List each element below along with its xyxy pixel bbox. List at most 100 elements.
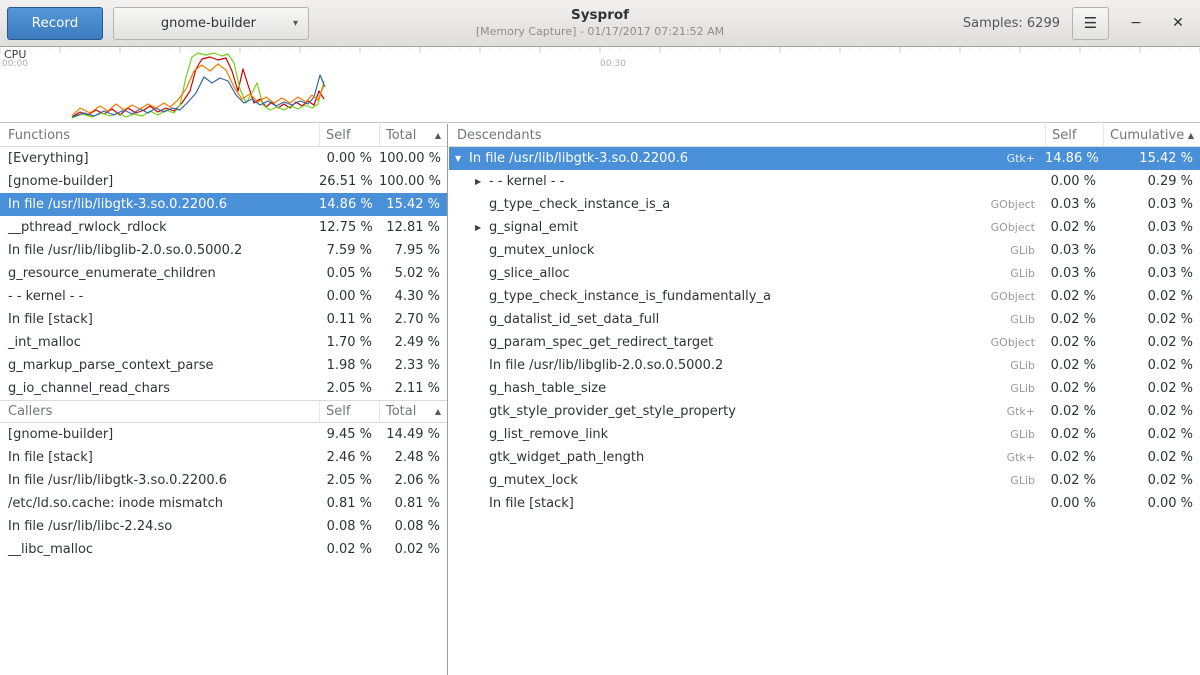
self-value: 26.51 % bbox=[319, 174, 379, 189]
table-row[interactable]: [Everything]0.00 %100.00 % bbox=[0, 147, 447, 170]
self-value: 0.03 % bbox=[1045, 243, 1103, 258]
total-value: 100.00 % bbox=[379, 151, 447, 166]
self-value: 0.00 % bbox=[1045, 174, 1103, 189]
tree-row[interactable]: g_list_remove_linkGLib0.02 %0.02 % bbox=[449, 423, 1200, 446]
functions-rows: [Everything]0.00 %100.00 %[gnome-builder… bbox=[0, 147, 447, 400]
self-value: 0.05 % bbox=[319, 266, 379, 281]
table-row[interactable]: g_resource_enumerate_children0.05 %5.02 … bbox=[0, 262, 447, 285]
tree-row[interactable]: g_mutex_unlockGLib0.03 %0.03 % bbox=[449, 239, 1200, 262]
functions-self-column-header[interactable]: Self bbox=[319, 124, 379, 146]
total-value: 2.11 % bbox=[379, 381, 447, 396]
cumulative-value: 0.02 % bbox=[1103, 427, 1200, 442]
close-button[interactable]: ✕ bbox=[1163, 7, 1193, 40]
right-pane: Descendants Self Cumulative ▲ ▼In file /… bbox=[449, 124, 1200, 675]
descendants-cumulative-column-label: Cumulative bbox=[1110, 128, 1184, 143]
function-name: g_datalist_id_set_data_full bbox=[489, 312, 659, 327]
table-row[interactable]: In file [stack]2.46 %2.48 % bbox=[0, 446, 447, 469]
tree-row[interactable]: In file [stack]0.00 %0.00 % bbox=[449, 492, 1200, 515]
descendant-name-cell: ▼In file /usr/lib/libgtk-3.so.0.2200.6Gt… bbox=[449, 151, 1045, 166]
cpu-usage-graph[interactable]: CPU 00:00 00:30 bbox=[0, 47, 1200, 123]
self-value: 0.03 % bbox=[1045, 266, 1103, 281]
functions-total-column-header[interactable]: Total ▲ bbox=[379, 124, 447, 146]
self-value: 0.02 % bbox=[1045, 312, 1103, 327]
table-row[interactable]: In file /usr/lib/libgtk-3.so.0.2200.62.0… bbox=[0, 469, 447, 492]
tree-row[interactable]: g_mutex_lockGLib0.02 %0.02 % bbox=[449, 469, 1200, 492]
total-value: 0.08 % bbox=[379, 519, 447, 534]
table-row[interactable]: In file /usr/lib/libglib-2.0.so.0.5000.2… bbox=[0, 239, 447, 262]
self-value: 2.05 % bbox=[319, 381, 379, 396]
minimize-button[interactable]: − bbox=[1121, 7, 1151, 40]
self-value: 0.00 % bbox=[1045, 496, 1103, 511]
library-badge: Gtk+ bbox=[997, 405, 1045, 418]
table-row[interactable]: /etc/ld.so.cache: inode mismatch0.81 %0.… bbox=[0, 492, 447, 515]
descendants-cumulative-column-header[interactable]: Cumulative ▲ bbox=[1103, 124, 1200, 146]
callers-self-column-header[interactable]: Self bbox=[319, 401, 379, 422]
table-row[interactable]: __pthread_rwlock_rdlock12.75 %12.81 % bbox=[0, 216, 447, 239]
expander-collapsed-icon[interactable]: ▶ bbox=[475, 177, 489, 186]
function-name: [Everything] bbox=[0, 151, 319, 166]
tree-row[interactable]: gtk_widget_path_lengthGtk+0.02 %0.02 % bbox=[449, 446, 1200, 469]
descendant-name-cell: In file [stack] bbox=[449, 496, 1045, 511]
total-value: 2.70 % bbox=[379, 312, 447, 327]
self-value: 0.08 % bbox=[319, 519, 379, 534]
self-value: 0.11 % bbox=[319, 312, 379, 327]
self-value: 0.02 % bbox=[1045, 220, 1103, 235]
tree-row[interactable]: ▶- - kernel - -0.00 %0.29 % bbox=[449, 170, 1200, 193]
menu-button[interactable]: ☰ bbox=[1072, 7, 1109, 40]
total-value: 2.06 % bbox=[379, 473, 447, 488]
tree-row[interactable]: gtk_style_provider_get_style_property Gtk… bbox=[449, 400, 1200, 423]
function-name: g_mutex_unlock bbox=[489, 243, 594, 258]
function-name: g_slice_alloc bbox=[489, 266, 570, 281]
cumulative-value: 0.02 % bbox=[1103, 381, 1200, 396]
descendants-column-header[interactable]: Descendants bbox=[449, 124, 1045, 146]
tree-row[interactable]: g_param_spec_get_redirect_targetGObject0… bbox=[449, 331, 1200, 354]
tree-row[interactable]: g_slice_allocGLib0.03 %0.03 % bbox=[449, 262, 1200, 285]
sort-indicator-icon: ▲ bbox=[1188, 131, 1194, 140]
function-name: __libc_malloc bbox=[0, 542, 319, 557]
function-name: In file [stack] bbox=[0, 450, 319, 465]
record-button[interactable]: Record bbox=[7, 7, 103, 40]
tree-row[interactable]: g_datalist_id_set_data_fullGLib0.02 %0.0… bbox=[449, 308, 1200, 331]
descendants-self-column-header[interactable]: Self bbox=[1045, 124, 1103, 146]
table-row[interactable]: In file /usr/lib/libc-2.24.so0.08 %0.08 … bbox=[0, 515, 447, 538]
tree-row[interactable]: g_type_check_instance_is_aGObject0.03 %0… bbox=[449, 193, 1200, 216]
total-value: 0.02 % bbox=[379, 542, 447, 557]
table-row[interactable]: g_markup_parse_context_parse1.98 %2.33 % bbox=[0, 354, 447, 377]
table-row[interactable]: g_io_channel_read_chars2.05 %2.11 % bbox=[0, 377, 447, 400]
table-row[interactable]: In file [stack]0.11 %2.70 % bbox=[0, 308, 447, 331]
left-pane: Functions Self Total ▲ [Everything]0.00 … bbox=[0, 124, 448, 675]
tree-row[interactable]: ▼In file /usr/lib/libgtk-3.so.0.2200.6Gt… bbox=[449, 147, 1200, 170]
total-value: 12.81 % bbox=[379, 220, 447, 235]
self-value: 14.86 % bbox=[319, 197, 379, 212]
process-selector-dropdown[interactable]: gnome-builder ▾ bbox=[113, 7, 309, 40]
tree-row[interactable]: ▶g_signal_emitGObject0.02 %0.03 % bbox=[449, 216, 1200, 239]
table-row[interactable]: - - kernel - -0.00 %4.30 % bbox=[0, 285, 447, 308]
sort-indicator-icon: ▲ bbox=[435, 407, 441, 416]
table-row[interactable]: In file /usr/lib/libgtk-3.so.0.2200.614.… bbox=[0, 193, 447, 216]
function-name: g_resource_enumerate_children bbox=[0, 266, 319, 281]
callers-column-header[interactable]: Callers bbox=[0, 401, 319, 422]
self-value: 12.75 % bbox=[319, 220, 379, 235]
tree-row[interactable]: g_hash_table_sizeGLib0.02 %0.02 % bbox=[449, 377, 1200, 400]
minimize-icon: − bbox=[1130, 15, 1142, 31]
callers-total-column-header[interactable]: Total ▲ bbox=[379, 401, 447, 422]
total-value: 15.42 % bbox=[379, 197, 447, 212]
cumulative-value: 15.42 % bbox=[1103, 151, 1200, 166]
table-row[interactable]: [gnome-builder]9.45 %14.49 % bbox=[0, 423, 447, 446]
expander-collapsed-icon[interactable]: ▶ bbox=[475, 223, 489, 232]
table-row[interactable]: _int_malloc1.70 %2.49 % bbox=[0, 331, 447, 354]
table-row[interactable]: __libc_malloc0.02 %0.02 % bbox=[0, 538, 447, 561]
descendant-name-cell: g_mutex_unlockGLib bbox=[449, 243, 1045, 258]
cumulative-value: 0.02 % bbox=[1103, 473, 1200, 488]
table-row[interactable]: [gnome-builder]26.51 %100.00 % bbox=[0, 170, 447, 193]
self-value: 0.00 % bbox=[319, 289, 379, 304]
tree-row[interactable]: g_type_check_instance_is_fundamentally_a… bbox=[449, 285, 1200, 308]
self-value: 7.59 % bbox=[319, 243, 379, 258]
function-name: gtk_style_provider_get_style_property bbox=[489, 404, 736, 419]
total-value: 100.00 % bbox=[379, 174, 447, 189]
tree-row[interactable]: In file /usr/lib/libglib-2.0.so.0.5000.2… bbox=[449, 354, 1200, 377]
expander-expanded-icon[interactable]: ▼ bbox=[455, 154, 469, 163]
descendant-name-cell: g_type_check_instance_is_fundamentally_a… bbox=[449, 289, 1045, 304]
library-badge: GLib bbox=[1000, 267, 1045, 280]
functions-column-header[interactable]: Functions bbox=[0, 124, 319, 146]
